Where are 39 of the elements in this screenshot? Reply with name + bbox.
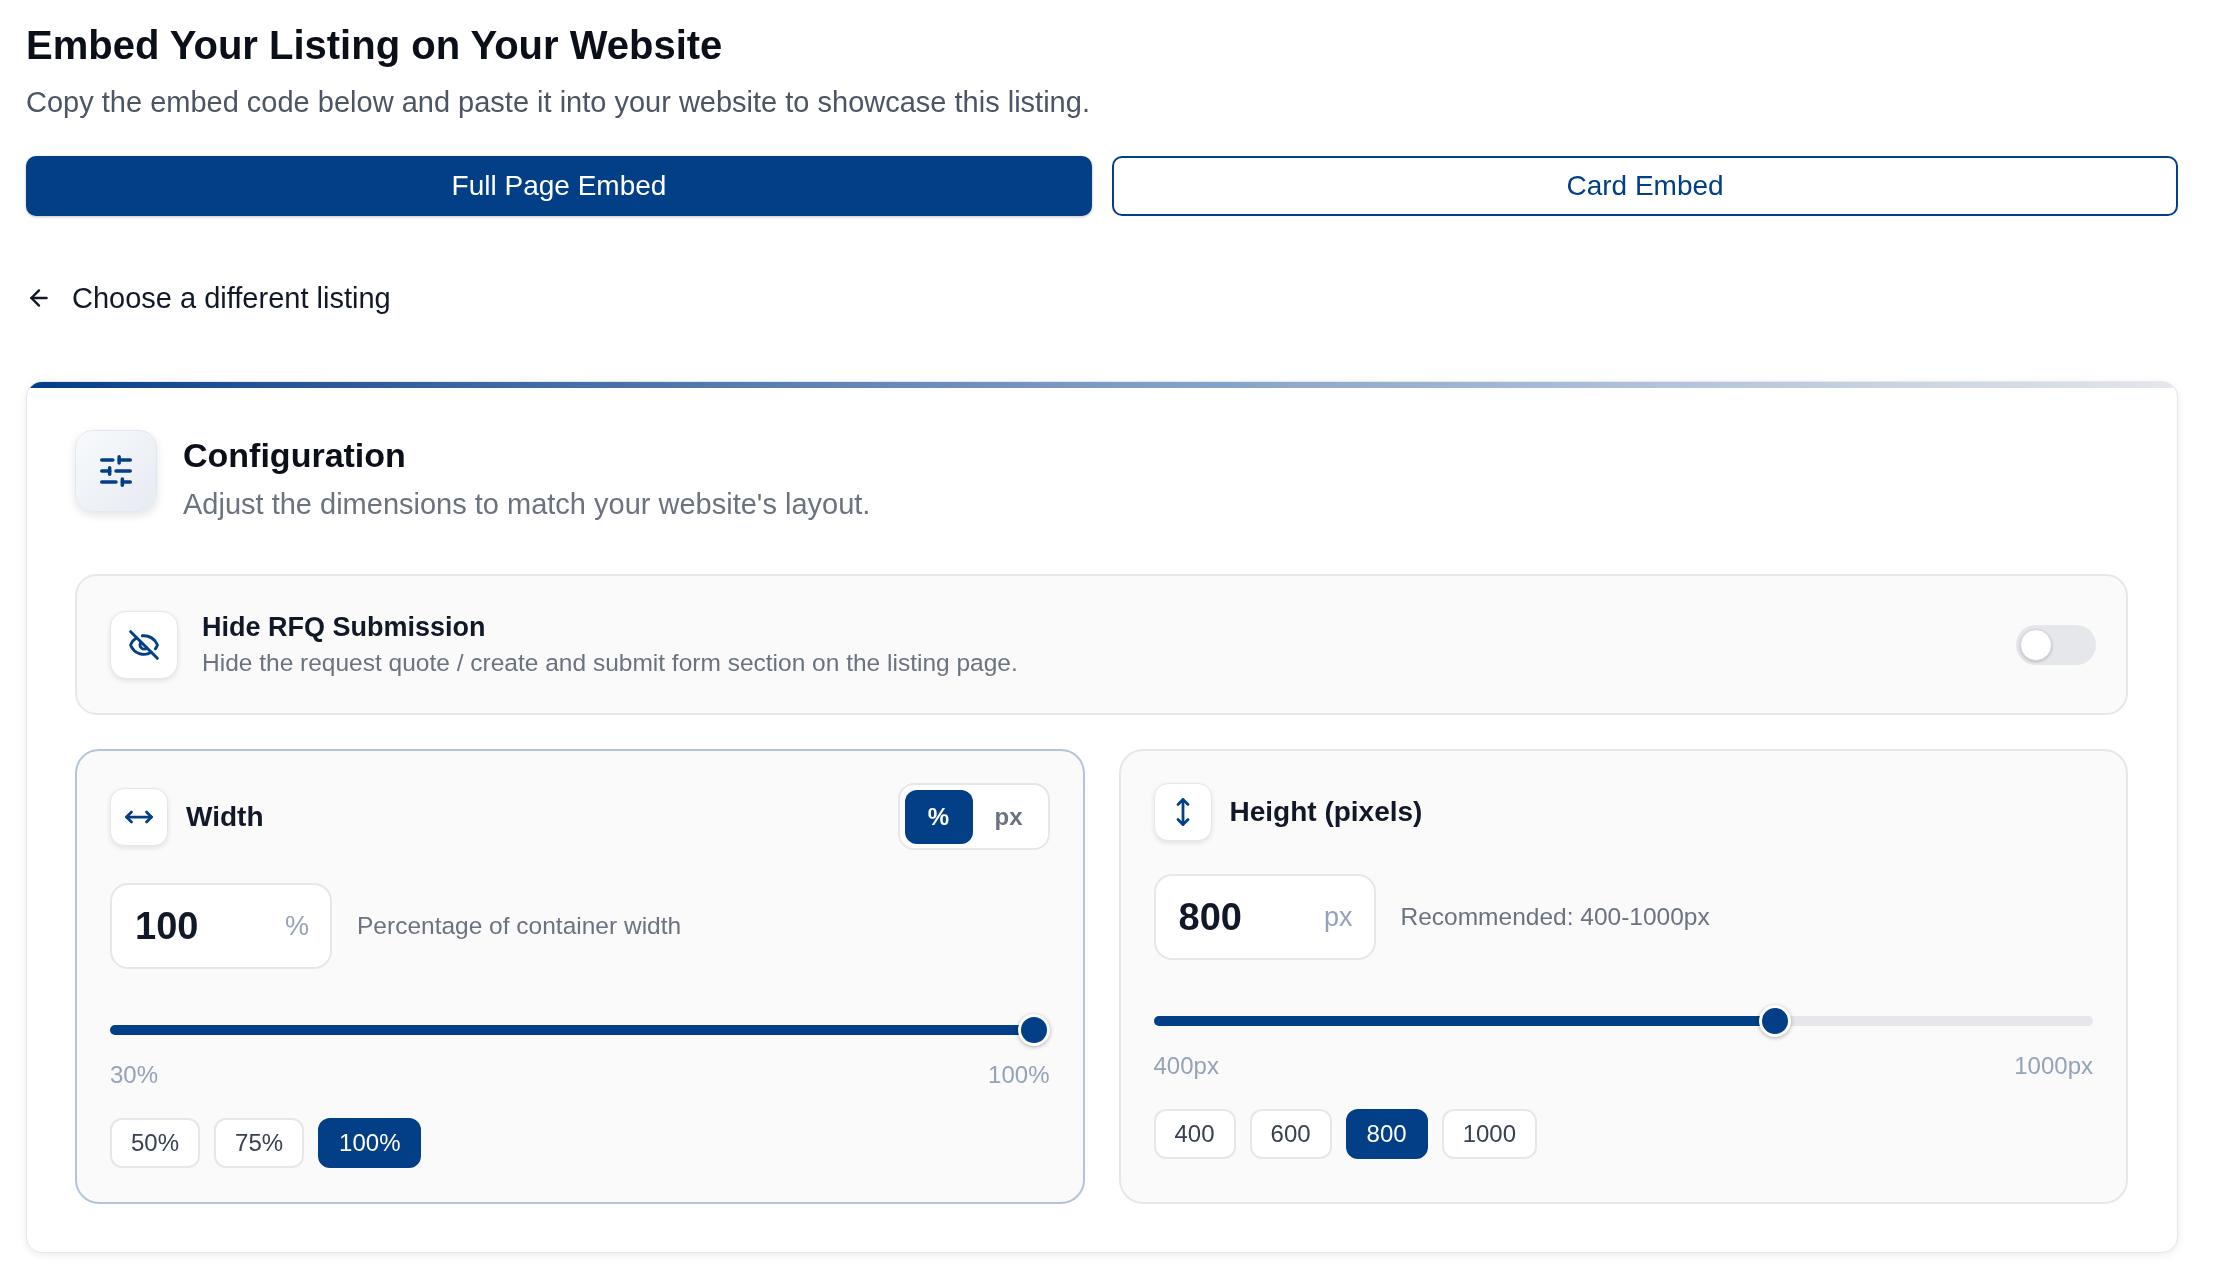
unit-option[interactable]: px [974, 789, 1043, 844]
tab[interactable]: Card Embed [1112, 156, 2178, 216]
vertical-arrows-icon [1153, 783, 1212, 841]
height-input[interactable]: 800 px [1153, 874, 1376, 960]
back-link[interactable]: Choose a different listing [26, 281, 391, 315]
eye-slash-icon [110, 610, 178, 679]
tab[interactable]: Full Page Embed [26, 156, 1092, 216]
preset-option[interactable]: 400 [1153, 1109, 1236, 1159]
preset-option[interactable]: 1000 [1441, 1109, 1538, 1159]
hint-text: Recommended: 400-1000px [1400, 901, 1710, 932]
slider-thumb[interactable] [1017, 1014, 1050, 1046]
setting-title: Hide RFQ Submission [202, 611, 486, 643]
range-min-label: 400px [1153, 1052, 1219, 1080]
panel-title: Width [186, 799, 264, 834]
preset-option[interactable]: 100% [318, 1118, 422, 1168]
section-subtitle: Adjust the dimensions to match your website's layout. [183, 487, 871, 521]
unit-suffix: px [1323, 900, 1353, 934]
page-subtitle: Copy the embed code below and paste it into your website to showcase this listing. [26, 85, 1090, 119]
preset-option[interactable]: 50% [110, 1118, 201, 1168]
unit-option[interactable]: % [904, 789, 973, 844]
width-input[interactable]: 100 % [110, 883, 332, 969]
setting-description: Hide the request quote / create and submit form section on the listing page. [202, 648, 1018, 678]
unit-suffix: % [285, 909, 309, 943]
slider-thumb[interactable] [1758, 1005, 1791, 1037]
preset-option[interactable]: 600 [1249, 1109, 1332, 1159]
preset-option[interactable]: 75% [214, 1118, 305, 1168]
preset-option[interactable]: 800 [1345, 1109, 1428, 1159]
page-title: Embed Your Listing on Your Website [26, 22, 723, 69]
range-max-label: 1000px [2014, 1052, 2093, 1080]
section-title: Configuration [183, 435, 406, 476]
sliders-icon [75, 430, 157, 512]
range-min-label: 30% [110, 1061, 159, 1089]
width-slider[interactable] [110, 1014, 1050, 1046]
panel-title: Height (pixels) [1229, 795, 1423, 829]
range-max-label: 100% [988, 1061, 1050, 1089]
horizontal-arrows-icon [110, 787, 168, 846]
height-slider[interactable] [1153, 1005, 2093, 1037]
hint-text: Percentage of container width [357, 910, 682, 941]
toggle-switch[interactable] [2016, 624, 2096, 665]
